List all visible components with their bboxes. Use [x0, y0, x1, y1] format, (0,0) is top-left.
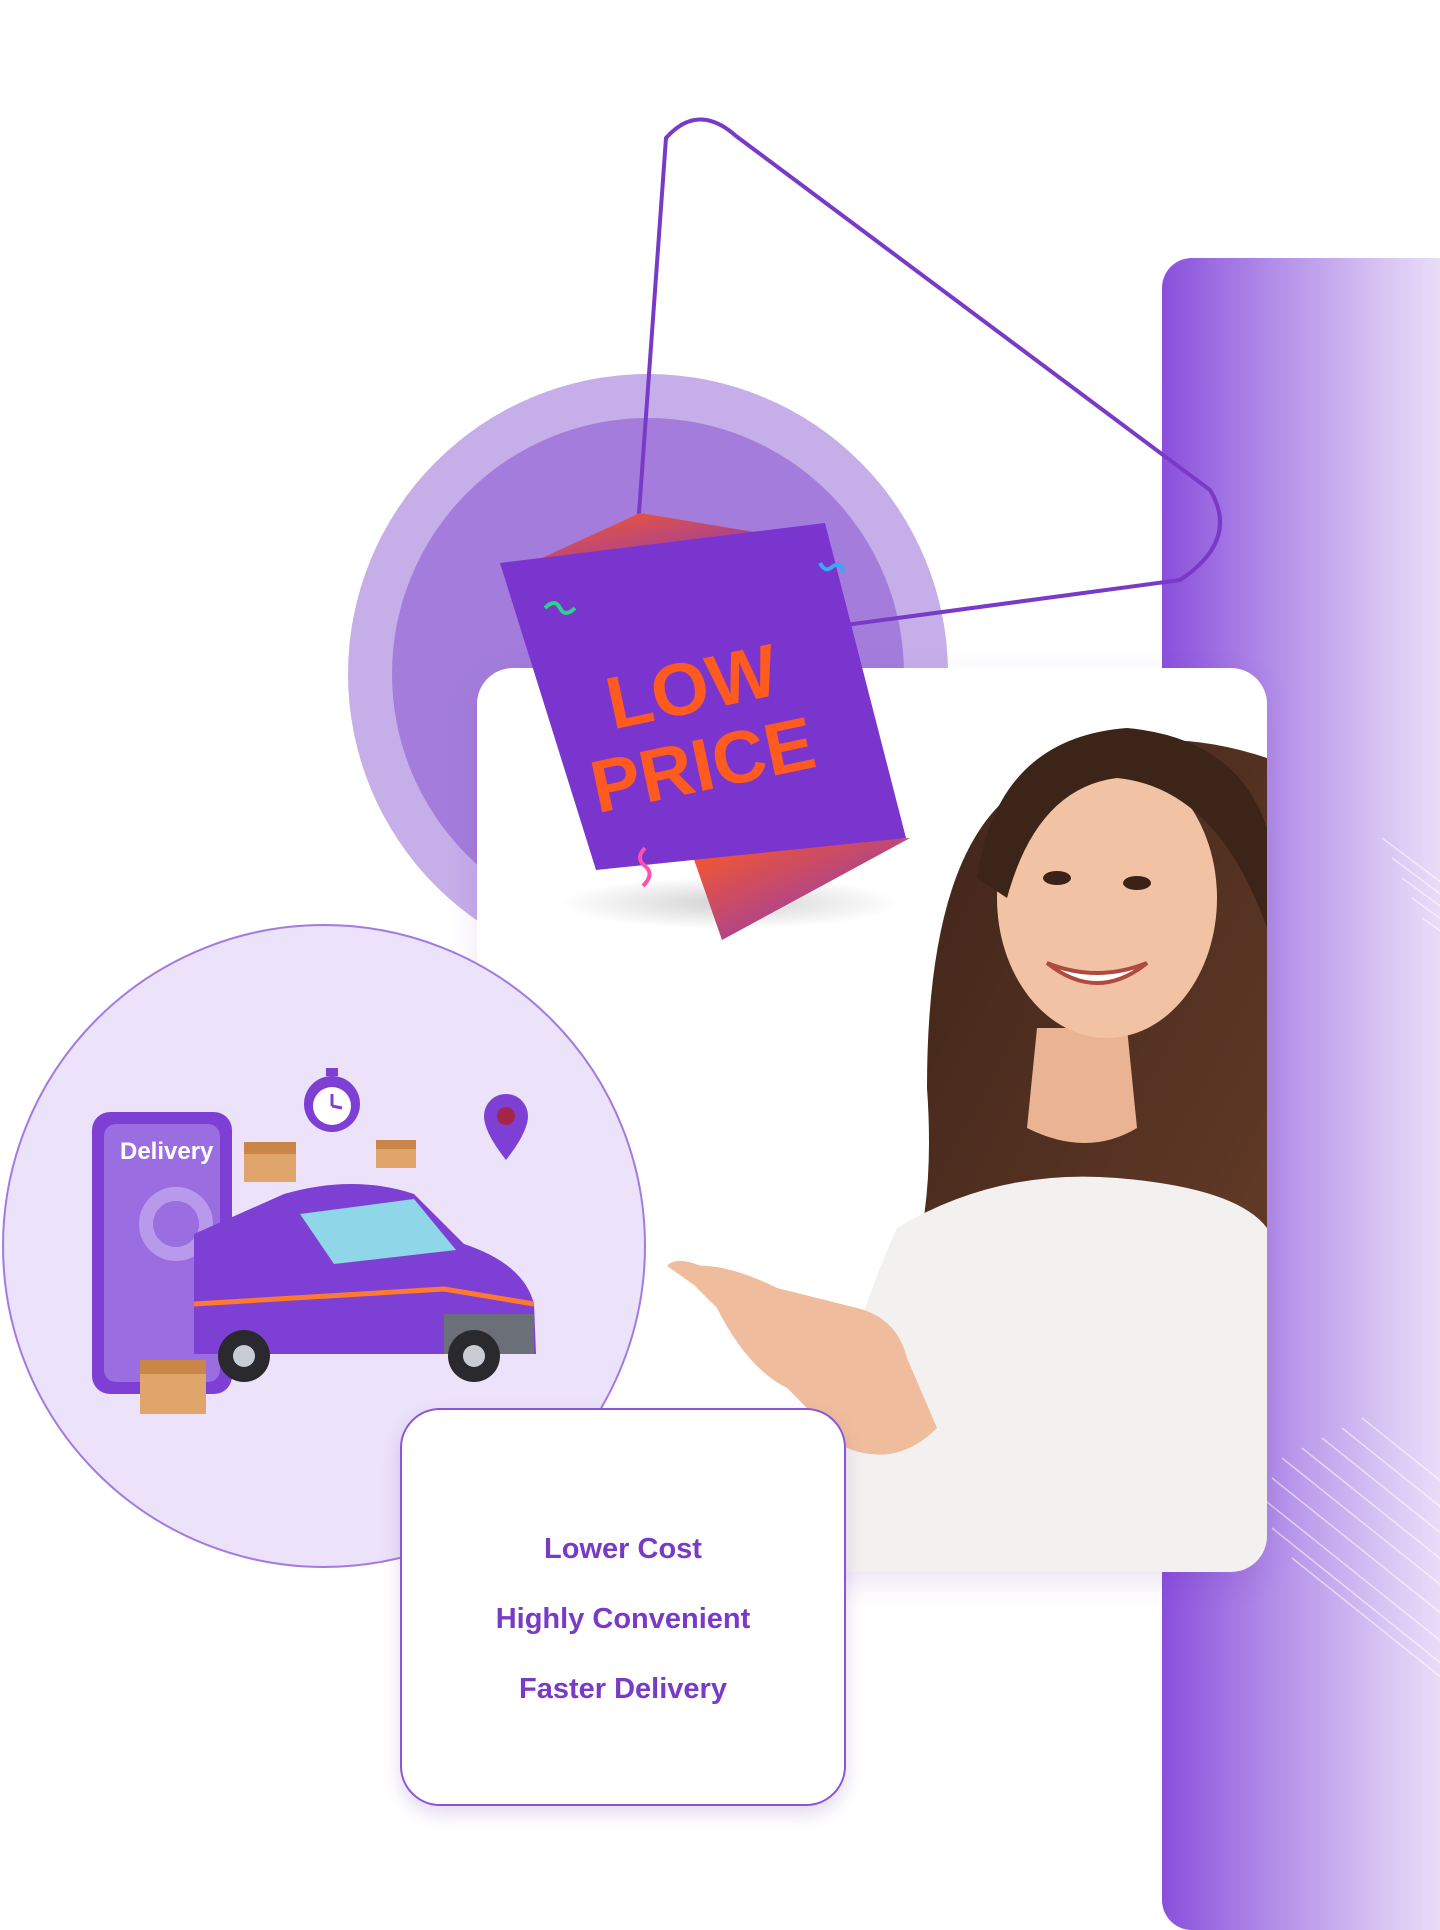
phone-delivery-label: Delivery: [120, 1138, 214, 1165]
feature-lower-cost: Lower Cost: [544, 1533, 702, 1565]
feature-faster-delivery: Faster Delivery: [519, 1673, 727, 1705]
location-pin-icon: [484, 1094, 528, 1160]
package-icon: [140, 1360, 206, 1414]
low-price-tag: LOW PRICE: [500, 513, 910, 940]
feature-highly-convenient: Highly Convenient: [495, 1603, 751, 1635]
delivery-van-illustration: [92, 1068, 536, 1414]
features-list: Lower Cost Highly Convenient Faster Deli…: [402, 1514, 844, 1724]
package-icon: [376, 1140, 416, 1168]
package-icon: [244, 1142, 296, 1182]
features-card: Lower Cost Highly Convenient Faster Deli…: [400, 1408, 846, 1806]
stopwatch-icon: [304, 1068, 360, 1132]
